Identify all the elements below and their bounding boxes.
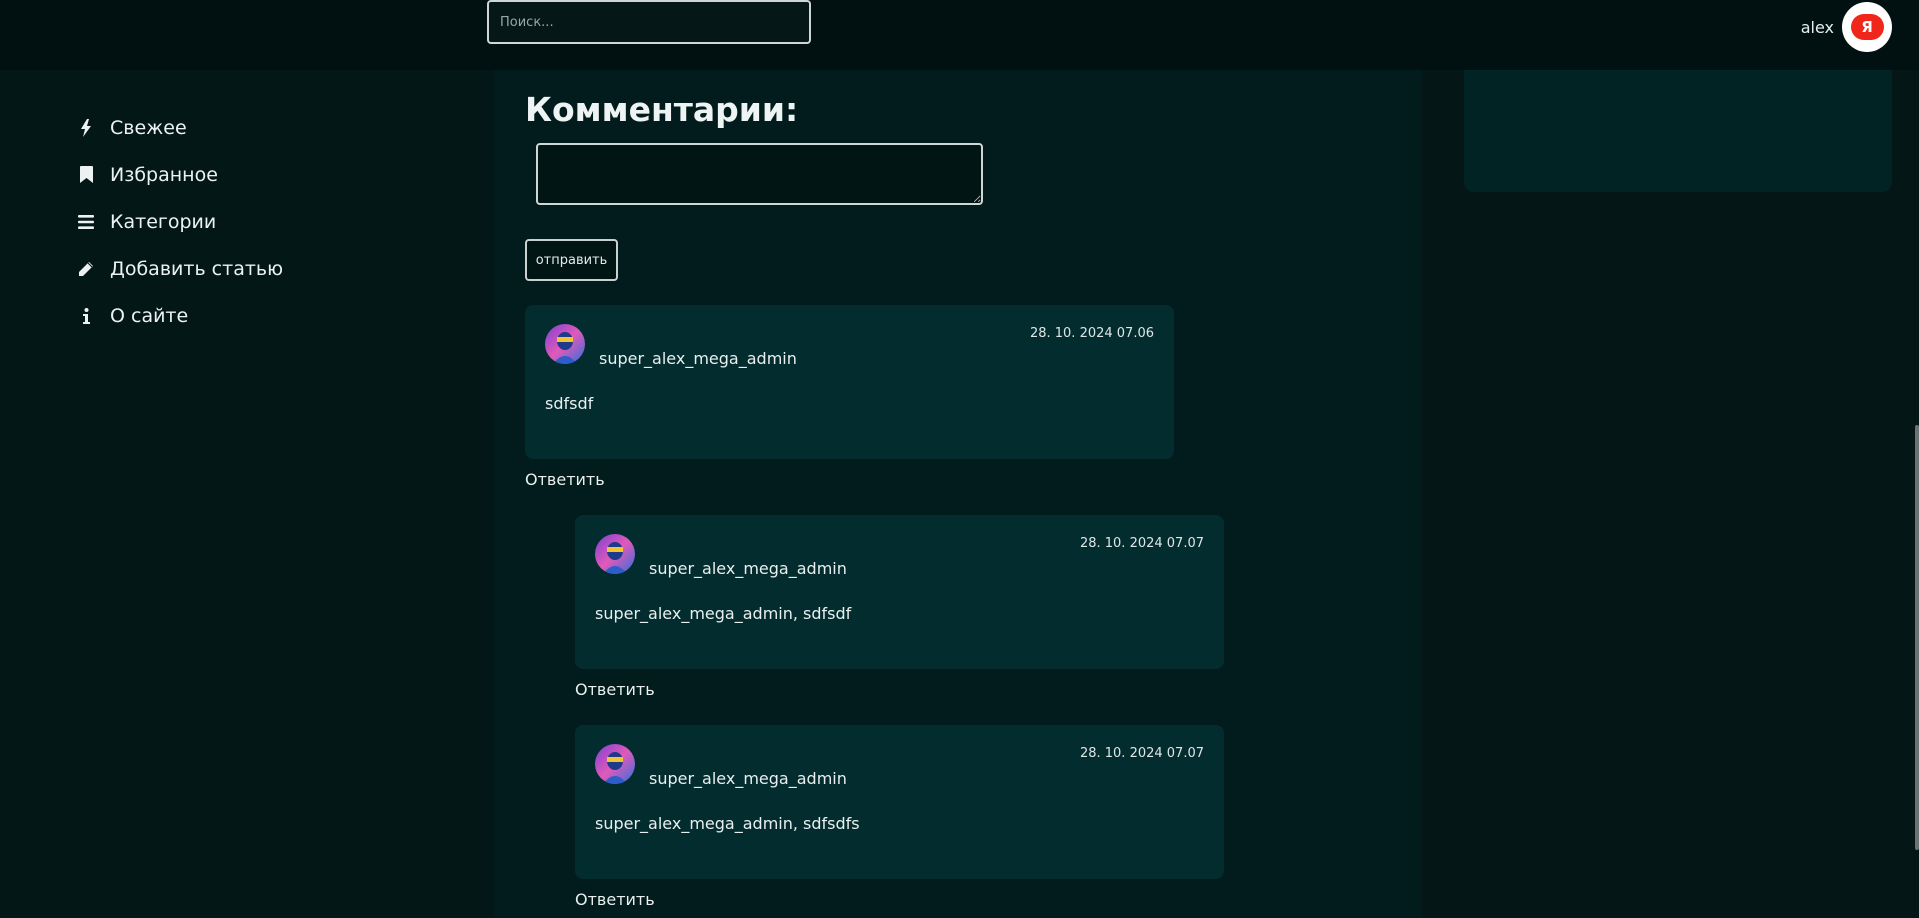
sidebar-item-add-article[interactable]: Добавить статью [78,245,283,292]
main-content: Комментарии: отправить super_alex_mega_a… [494,70,1422,918]
sidebar-item-label: О сайте [110,304,189,327]
user-avatar[interactable]: Я [1842,2,1892,52]
sidebar: Свежее Избранное Категории Добавить стат… [0,70,494,918]
comment-date: 28. 10. 2024 07.06 [1029,326,1154,341]
sidebar-item-label: Свежее [110,116,187,139]
bookmark-icon [78,166,94,184]
search-input[interactable] [487,0,811,44]
comment-text: super_alex_mega_admin, sdfsdf [595,604,852,623]
send-button[interactable]: отправить [525,239,618,281]
list-icon [78,213,94,231]
right-widget [1464,70,1892,192]
sidebar-item-categories[interactable]: Категории [78,198,283,245]
scrollbar-thumb[interactable] [1915,425,1919,850]
comment-avatar[interactable] [595,534,635,574]
comment-author[interactable]: super_alex_mega_admin [649,769,847,788]
comment-text: sdfsdf [545,394,594,413]
reply-link[interactable]: Ответить [525,470,605,489]
sidebar-nav: Свежее Избранное Категории Добавить стат… [78,104,283,339]
sidebar-item-fresh[interactable]: Свежее [78,104,283,151]
comment-card: super_alex_mega_admin 28. 10. 2024 07.07… [575,515,1224,669]
reply-link[interactable]: Ответить [575,890,655,909]
bolt-icon [78,118,94,137]
username[interactable]: alex [1801,18,1834,37]
comment-card: super_alex_mega_admin 28. 10. 2024 07.07… [575,725,1224,879]
comments-heading: Комментарии: [525,90,799,129]
comment-input[interactable] [536,143,983,205]
sidebar-item-label: Категории [110,210,217,233]
sidebar-item-label: Добавить статью [110,257,284,280]
comment-author[interactable]: super_alex_mega_admin [649,559,847,578]
info-icon [78,307,94,325]
comment-date: 28. 10. 2024 07.07 [1079,536,1204,551]
comment-date: 28. 10. 2024 07.07 [1079,746,1204,761]
comment-card: super_alex_mega_admin 28. 10. 2024 07.06… [525,305,1174,459]
sidebar-item-label: Избранное [110,163,218,186]
pencil-icon [78,260,94,278]
sidebar-item-favorites[interactable]: Избранное [78,151,283,198]
sidebar-item-about[interactable]: О сайте [78,292,283,339]
comment-avatar[interactable] [545,324,585,364]
top-bar: alex Я [0,0,1919,70]
right-column [1422,70,1919,918]
comment-author[interactable]: super_alex_mega_admin [599,349,797,368]
comment-text: super_alex_mega_admin, sdfsdfs [595,814,860,833]
avatar-badge: Я [1850,14,1884,40]
reply-link[interactable]: Ответить [575,680,655,699]
comment-avatar[interactable] [595,744,635,784]
